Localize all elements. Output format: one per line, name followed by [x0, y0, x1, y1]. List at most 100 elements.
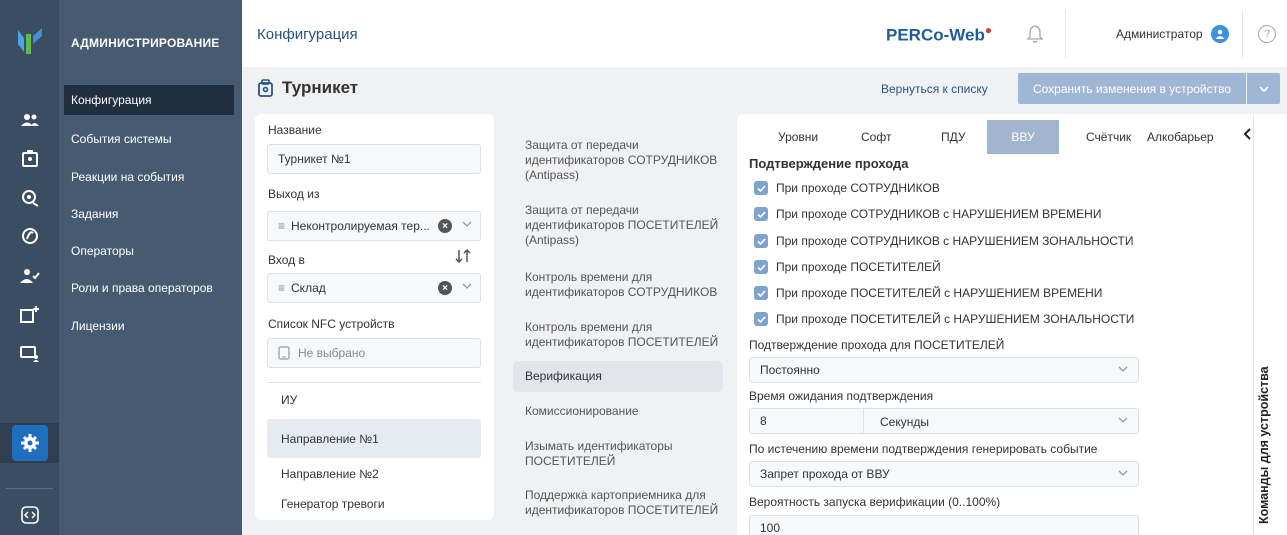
- device-commands-bar[interactable]: Команды для устройства: [1253, 114, 1287, 535]
- chevron-down-icon[interactable]: [462, 221, 472, 227]
- checkmark-icon[interactable]: [754, 260, 768, 274]
- sidebar-item-system-events[interactable]: События системы: [64, 124, 234, 154]
- timeout-event-select[interactable]: Запрет прохода от ВВУ: [749, 461, 1139, 487]
- section-title: Подтверждение прохода: [749, 156, 909, 171]
- header-divider: [1242, 10, 1243, 58]
- chevron-left-icon[interactable]: [1243, 128, 1251, 140]
- shield-icon[interactable]: [0, 216, 59, 256]
- probability-label: Вероятность запуска верификации (0..100%…: [749, 495, 1001, 509]
- checkbox-label: При проходе ПОСЕТИТЕЛЕЙ: [776, 260, 941, 274]
- wait-time-value[interactable]: 8: [760, 414, 767, 428]
- checkbox-label: При проходе СОТРУДНИКОВ: [776, 181, 940, 195]
- tab-vvu[interactable]: ВВУ: [987, 120, 1059, 154]
- checkbox-employees-time-violation[interactable]: При проходе СОТРУДНИКОВ с НАРУШЕНИЕМ ВРЕ…: [754, 207, 1101, 221]
- brand-logo: PERCo-Web●: [886, 23, 993, 45]
- entry-zone-select[interactable]: ≡ Склад ×: [267, 273, 481, 303]
- brand-name: PERCo-Web: [886, 25, 985, 45]
- device-title: Турникет: [258, 78, 358, 98]
- settings-icon[interactable]: [0, 423, 59, 463]
- param-withdraw-visitor-ids[interactable]: Изымать идентификаторы ПОСЕТИТЕЛЕЙ: [513, 439, 723, 469]
- sidebar-item-event-reactions[interactable]: Реакции на события: [64, 162, 234, 192]
- tab-pdu[interactable]: ПДУ: [941, 120, 966, 154]
- tab-soft[interactable]: Софт: [861, 120, 891, 154]
- users-icon[interactable]: [0, 100, 59, 140]
- param-employee-time-control[interactable]: Контроль времени для идентификаторов СОТ…: [513, 270, 723, 300]
- user-avatar-icon[interactable]: [1211, 25, 1229, 43]
- save-to-device-button[interactable]: Сохранить изменения в устройство: [1018, 73, 1246, 104]
- checkbox-label: При проходе СОТРУДНИКОВ с НАРУШЕНИЕМ ВРЕ…: [776, 207, 1102, 221]
- user-check-icon[interactable]: [0, 256, 59, 296]
- probability-input[interactable]: 100: [749, 515, 1139, 535]
- rail-divider: [6, 488, 53, 489]
- help-icon[interactable]: ?: [1258, 25, 1276, 43]
- monitor-user-icon[interactable]: [0, 334, 59, 374]
- param-commissioning[interactable]: Комиссионирование: [513, 404, 723, 419]
- nfc-devices-select[interactable]: Не выбрано: [267, 338, 481, 368]
- checkbox-visitors-time-violation[interactable]: При проходе ПОСЕТИТЕЛЕЙ с НАРУШЕНИЕМ ВРЕ…: [754, 286, 1102, 300]
- name-input[interactable]: Турникет №1: [267, 144, 481, 174]
- checkmark-icon[interactable]: [754, 234, 768, 248]
- visitors-confirm-select[interactable]: Постоянно: [749, 357, 1139, 383]
- chevron-down-icon[interactable]: [1118, 366, 1128, 372]
- code-icon[interactable]: [0, 495, 59, 535]
- tab-counter[interactable]: Счётчик: [1086, 120, 1131, 154]
- checkmark-icon[interactable]: [754, 286, 768, 300]
- checkmark-icon[interactable]: [754, 181, 768, 195]
- wait-time-unit[interactable]: Секунды: [880, 415, 929, 429]
- timeout-event-label: По истечению времени подтверждения генер…: [749, 442, 1098, 456]
- tab-alcobarrier[interactable]: Алкобарьер: [1147, 120, 1214, 154]
- sidebar-item-operators[interactable]: Операторы: [64, 236, 234, 266]
- phone-icon: [278, 346, 290, 360]
- exit-zone-select[interactable]: ≡ Неконтролируемая тер... ×: [267, 211, 481, 241]
- chevron-down-icon[interactable]: [1118, 470, 1128, 476]
- timeout-event-value: Запрет прохода от ВВУ: [760, 467, 890, 481]
- param-visitor-antipass[interactable]: Защита от передачи идентификаторов ПОСЕТ…: [513, 203, 723, 248]
- field-divider: [863, 409, 864, 433]
- clear-icon[interactable]: ×: [438, 281, 452, 295]
- wait-time-field[interactable]: 8 Секунды: [749, 408, 1139, 434]
- tab-levels[interactable]: Уровни: [778, 120, 818, 154]
- building-badge-icon[interactable]: [0, 138, 59, 178]
- device-item-alarm-generator[interactable]: Генератор тревоги: [267, 484, 481, 523]
- user-name[interactable]: Администратор: [1116, 27, 1203, 41]
- checkbox-label: При проходе СОТРУДНИКОВ с НАРУШЕНИЕМ ЗОН…: [776, 234, 1134, 248]
- param-verification[interactable]: Верификация: [513, 361, 723, 392]
- device-commands-label[interactable]: Команды для устройства: [1257, 334, 1271, 524]
- checkmark-icon[interactable]: [754, 312, 768, 326]
- entry-zone-value: Склад: [291, 281, 326, 295]
- visitors-confirm-label: Подтверждение прохода для ПОСЕТИТЕЛЕЙ: [749, 338, 1005, 352]
- checkbox-visitors-zone-violation[interactable]: При проходе ПОСЕТИТЕЛЕЙ с НАРУШЕНИЕМ ЗОН…: [754, 312, 1134, 326]
- save-options-chevron-icon[interactable]: [1247, 73, 1280, 104]
- checkbox-employees-zone-violation[interactable]: При проходе СОТРУДНИКОВ с НАРУШЕНИЕМ ЗОН…: [754, 234, 1134, 248]
- bell-icon[interactable]: [1025, 24, 1045, 44]
- sidebar-item-configuration[interactable]: Конфигурация: [64, 85, 234, 115]
- list-icon: ≡: [278, 281, 286, 295]
- checkbox-visitors[interactable]: При проходе ПОСЕТИТЕЛЕЙ: [754, 260, 941, 274]
- checkmark-icon[interactable]: [754, 207, 768, 221]
- sidebar-item-licenses[interactable]: Лицензии: [64, 311, 234, 341]
- turnstile-icon: [258, 79, 273, 97]
- visitors-confirm-value: Постоянно: [760, 363, 820, 377]
- exit-label: Выход из: [268, 187, 320, 201]
- page-title: Конфигурация: [257, 26, 358, 43]
- chevron-down-icon[interactable]: [1118, 417, 1128, 423]
- chevron-down-icon[interactable]: [462, 283, 472, 289]
- checkbox-employees[interactable]: При проходе СОТРУДНИКОВ: [754, 181, 940, 195]
- parameters-list: Защита от передачи идентификаторов СОТРУ…: [506, 114, 729, 534]
- face-id-icon[interactable]: [0, 178, 59, 218]
- nfc-placeholder: Не выбрано: [298, 346, 366, 360]
- param-card-collector[interactable]: Поддержка картоприемника для идентификат…: [513, 488, 723, 518]
- sidebar-item-roles[interactable]: Роли и права операторов: [64, 273, 234, 303]
- nfc-label: Список NFC устройств: [268, 317, 395, 331]
- swap-arrows-icon[interactable]: [455, 249, 471, 263]
- admin-sidebar: АДМИНИСТРИРОВАНИЕ Конфигурация События с…: [59, 0, 242, 535]
- checkbox-label: При проходе ПОСЕТИТЕЛЕЙ с НАРУШЕНИЕМ ЗОН…: [776, 312, 1135, 326]
- building-add-icon[interactable]: [0, 294, 59, 334]
- param-visitor-time-control[interactable]: Контроль времени для идентификаторов ПОС…: [513, 320, 723, 350]
- param-employee-antipass[interactable]: Защита от передачи идентификаторов СОТРУ…: [513, 138, 723, 183]
- clear-icon[interactable]: ×: [438, 219, 452, 233]
- device-item-direction-1[interactable]: Направление №1: [267, 419, 481, 458]
- sidebar-item-tasks[interactable]: Задания: [64, 199, 234, 229]
- device-item-iu[interactable]: ИУ: [267, 380, 481, 419]
- back-to-list-link[interactable]: Вернуться к списку: [881, 82, 988, 96]
